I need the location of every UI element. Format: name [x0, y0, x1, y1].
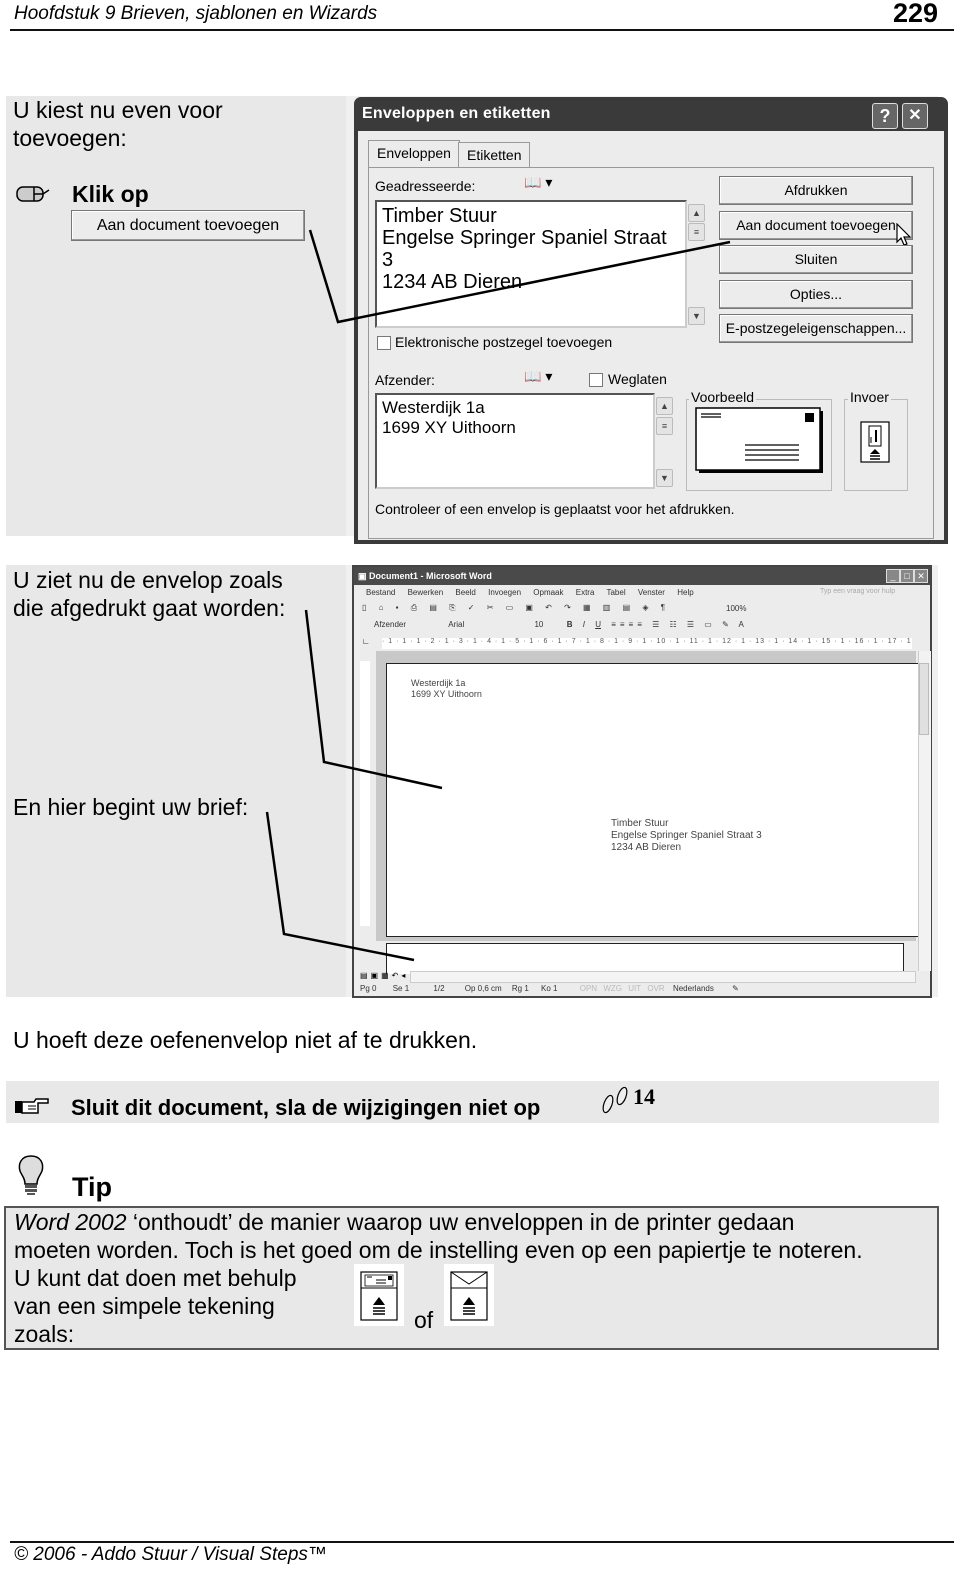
- lightbulb-icon: [16, 1154, 46, 1201]
- instruction-text: Sluit dit document, sla de wijzigingen n…: [71, 1095, 541, 1120]
- tip-line1: Word 2002 ‘onthoudt’ de manier waarop uw…: [14, 1208, 794, 1236]
- callout-line-add-button: [308, 229, 731, 324]
- tip-line3: U kunt dat doen met behulp: [14, 1265, 297, 1291]
- tip-line1-text: ‘onthoudt’ de manier waarop uw enveloppe…: [126, 1209, 795, 1235]
- feed-drawing-2-icon: [444, 1264, 494, 1326]
- tip-product-name: Word 2002: [14, 1209, 127, 1235]
- reference-number: 14: [633, 1084, 655, 1109]
- tip-title: Tip: [72, 1172, 112, 1202]
- tip-box: Word 2002 ‘onthoudt’ de manier waarop uw…: [4, 1206, 939, 1350]
- callout-lines-word: [265, 609, 443, 962]
- pointing-hand-icon: [14, 1096, 50, 1121]
- footer-rule: [10, 1541, 954, 1543]
- tip-line5: zoals:: [14, 1321, 75, 1347]
- footer-copyright: © 2006 - Addo Stuur / Visual Steps™: [14, 1544, 327, 1565]
- tip-line2: moeten worden. Toch is het goed om de in…: [14, 1237, 863, 1263]
- feed-drawing-1-icon: [354, 1264, 404, 1326]
- or-label: of: [414, 1307, 434, 1333]
- note-text: U hoeft deze oefenenvelop niet af te dru…: [13, 1027, 478, 1053]
- footsteps-icon: [598, 1082, 634, 1123]
- tip-line4: van een simpele tekening: [14, 1293, 275, 1319]
